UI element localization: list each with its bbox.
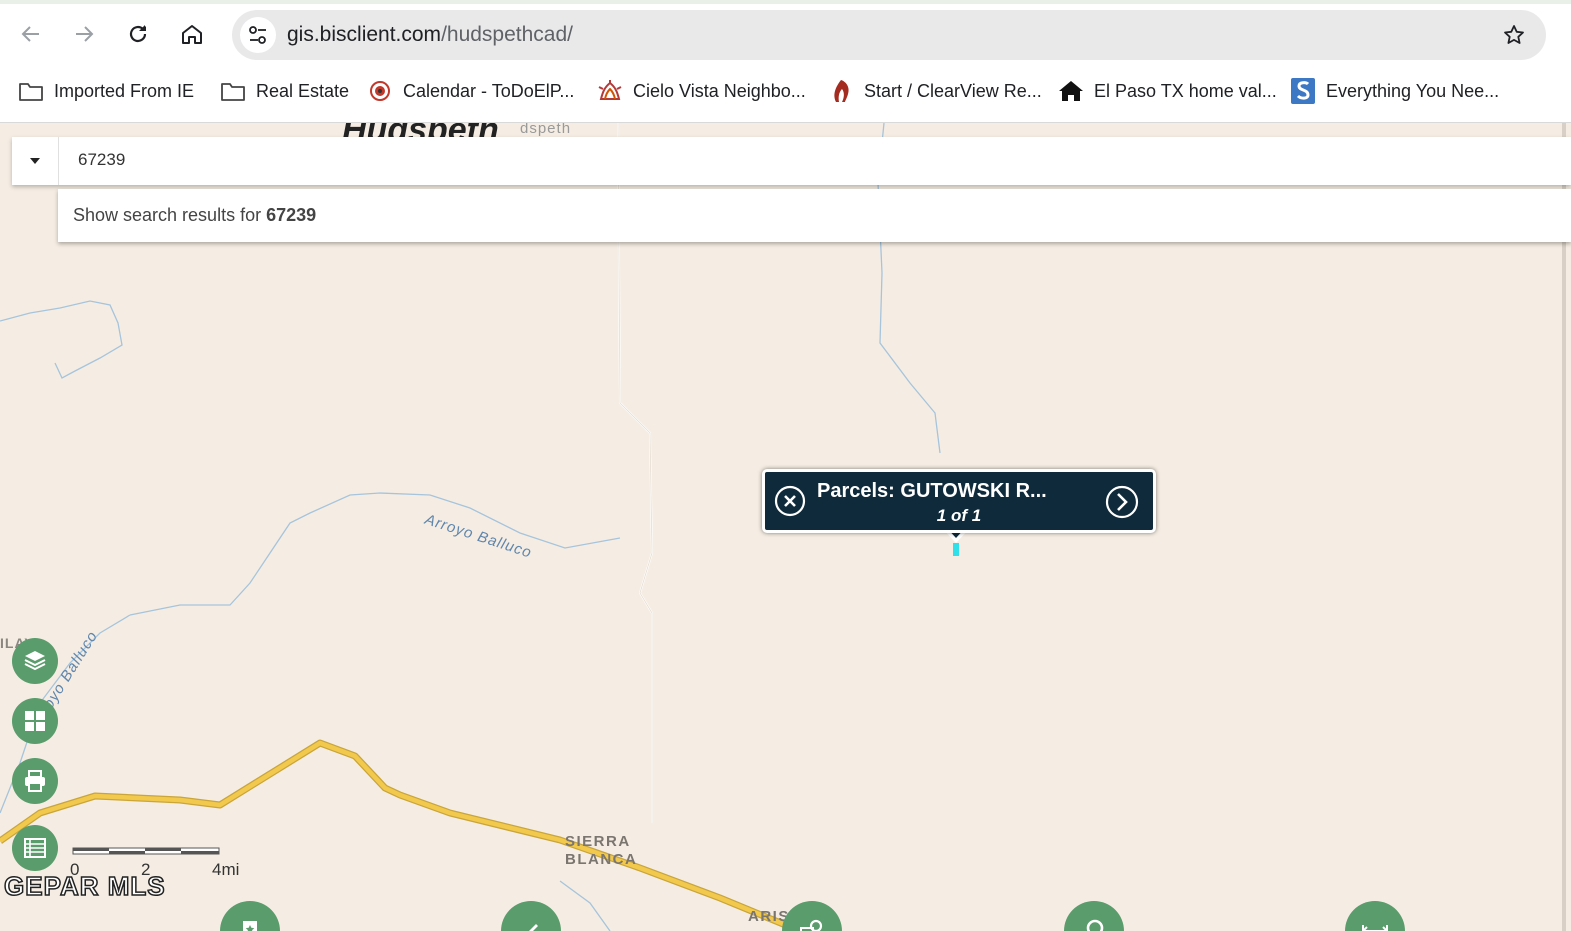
table-icon <box>24 838 46 858</box>
map-canvas[interactable]: Hudspeth dspeth Arroyo Balluco oyo Ballu… <box>0 123 1571 931</box>
pencil-icon <box>529 924 538 931</box>
site-info-button[interactable] <box>240 17 276 53</box>
scale-label-4mi: 4mi <box>212 860 240 879</box>
forward-button[interactable] <box>66 16 102 52</box>
layers-icon <box>24 651 46 671</box>
bookmark-label: Cielo Vista Neighbo... <box>633 80 806 101</box>
bookmark-everything-you-need[interactable]: Everything You Nee... <box>1290 78 1499 104</box>
bookmark-star-button[interactable] <box>1502 23 1526 52</box>
mls-watermark: GEPAR MLS <box>3 870 166 902</box>
bookmark-label: El Paso TX home val... <box>1094 80 1277 101</box>
bookmark-el-paso-home-values[interactable]: El Paso TX home val... <box>1058 78 1277 104</box>
search-input[interactable] <box>78 147 878 173</box>
layers-button[interactable] <box>12 638 58 684</box>
tune-icon <box>249 26 266 44</box>
search-bar <box>12 137 1571 185</box>
bookmark-imported-from-ie[interactable]: Imported From IE <box>18 78 194 104</box>
arrow-left-icon <box>21 26 39 42</box>
highway-line <box>0 739 802 931</box>
suggestion-text: Show search results for 67239 <box>73 205 316 226</box>
town-label-line2: BLANCA <box>565 851 638 868</box>
parcel-popup: Parcels: GUTOWSKI R... 1 of 1 <box>762 469 1156 533</box>
suggestion-term: 67239 <box>266 205 317 225</box>
bookmark-star-icon <box>243 921 257 931</box>
search-suggestion[interactable]: Show search results for 67239 <box>58 189 1571 242</box>
stream-line <box>559 880 611 931</box>
browser-chrome: gis.bisclient.com/hudspethcad/ Imported … <box>0 0 1571 123</box>
search-icon <box>1086 919 1104 931</box>
measure-icon <box>1361 925 1389 931</box>
bookmark-calendar[interactable]: Calendar - ToDoElP... <box>367 78 574 104</box>
stream-line <box>0 300 123 379</box>
star-icon <box>1504 25 1524 44</box>
basemap-button[interactable] <box>12 698 58 744</box>
bookmark-label: Real Estate <box>256 80 350 101</box>
reload-button[interactable] <box>120 16 156 52</box>
highway-line <box>0 740 801 931</box>
clearview-icon <box>828 79 854 103</box>
url-path: /hudspethcad/ <box>441 23 573 46</box>
bookmark-label: Imported From IE <box>54 80 195 101</box>
calendar-site-icon <box>367 79 393 103</box>
bookmark-label: Everything You Nee... <box>1326 80 1500 101</box>
table-button[interactable] <box>12 825 58 871</box>
parcel-highlight[interactable] <box>953 543 959 556</box>
grid-icon <box>25 711 45 731</box>
search-options-toggle[interactable] <box>12 137 59 185</box>
popup-next-button[interactable] <box>1105 485 1139 519</box>
suggestion-prefix: Show search results for <box>73 205 267 225</box>
bookmarks-bar: Imported From IE Real Estate Calendar - … <box>0 72 1571 110</box>
tab-strip-edge <box>0 0 1571 4</box>
popup-count: 1 of 1 <box>936 506 982 525</box>
bookmark-real-estate[interactable]: Real Estate <box>220 78 349 104</box>
url-text: gis.bisclient.com/hudspethcad/ <box>287 23 573 47</box>
reload-icon <box>129 25 147 43</box>
popup-title: Parcels: GUTOWSKI R... <box>817 480 1047 502</box>
bookmark-label: Calendar - ToDoElP... <box>403 80 575 101</box>
back-button[interactable] <box>13 16 49 52</box>
chevron-right-circle-icon <box>1105 485 1139 519</box>
county-label-small: dspeth <box>520 123 572 137</box>
cielo-vista-icon <box>597 79 623 103</box>
home-button[interactable] <box>174 16 210 52</box>
town-label-line1: SIERRA <box>565 833 631 850</box>
bookmark-label: Start / ClearView Re... <box>864 80 1042 101</box>
home-icon <box>182 25 202 44</box>
address-bar[interactable]: gis.bisclient.com/hudspethcad/ <box>232 10 1546 60</box>
s-site-icon <box>1290 78 1316 104</box>
house-icon <box>1058 79 1084 103</box>
arroyo-line <box>129 492 621 616</box>
url-domain: gis.bisclient.com <box>287 23 442 46</box>
folder-icon <box>18 79 44 103</box>
bookmark-clearview[interactable]: Start / ClearView Re... <box>828 78 1042 104</box>
arrow-right-icon <box>76 26 94 42</box>
printer-icon <box>25 770 45 792</box>
scale-graphic <box>72 847 220 855</box>
folder-icon <box>220 79 246 103</box>
print-button[interactable] <box>12 758 58 804</box>
identify-icon <box>800 919 823 931</box>
bookmark-cielo-vista[interactable]: Cielo Vista Neighbo... <box>597 78 806 104</box>
caret-down-icon <box>30 158 40 164</box>
